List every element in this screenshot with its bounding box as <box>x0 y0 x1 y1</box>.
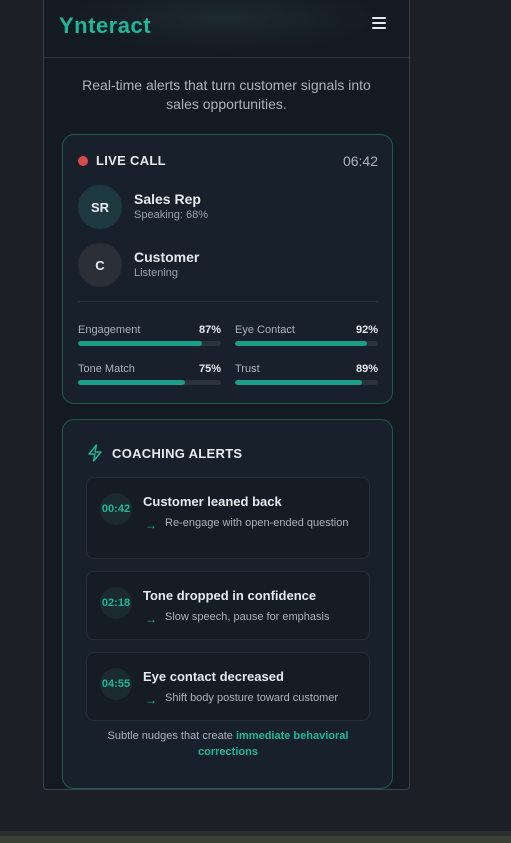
live-indicator-icon <box>78 156 88 166</box>
arrow-right-icon: → <box>145 693 157 707</box>
metric-value: 87% <box>198 324 221 336</box>
alert-action: Re-engage with open-ended question <box>165 517 349 529</box>
metric-bar-fill <box>78 341 203 346</box>
alert-timestamp: 04:55 <box>100 668 132 700</box>
alert-timestamp: 02:18 <box>100 587 132 619</box>
metric-trust: Trust 89% <box>235 363 378 393</box>
coaching-alerts-header: COACHING ALERTS <box>87 444 347 462</box>
metric-bar-track <box>235 341 378 346</box>
live-call-label: LIVE CALL <box>96 153 166 168</box>
metric-value: 89% <box>355 363 378 375</box>
alert-item[interactable]: 04:55 Eye contact decreased → Shift body… <box>86 652 370 721</box>
participant-name: Sales Rep <box>134 191 201 207</box>
live-call-header: LIVE CALL 06:42 <box>78 153 378 169</box>
alert-title: Customer leaned back <box>143 494 282 509</box>
metric-value: 92% <box>355 324 378 336</box>
menu-icon[interactable] <box>372 17 386 31</box>
bolt-icon <box>88 444 102 462</box>
participant-sales-rep: SR Sales Rep Speaking: 68% <box>78 185 378 229</box>
metric-value: 75% <box>198 363 221 375</box>
alert-title: Tone dropped in confidence <box>143 588 317 603</box>
call-timer: 06:42 <box>342 153 378 169</box>
participant-name: Customer <box>134 249 200 265</box>
metric-bar-fill <box>235 380 363 385</box>
alert-action: Slow speech, pause for emphasis <box>165 611 330 623</box>
metric-label: Trust <box>235 363 260 375</box>
metric-eye-contact: Eye Contact 92% <box>235 324 378 354</box>
bottom-strip <box>0 831 511 843</box>
participant-status: Listening <box>134 267 179 279</box>
participant-customer: C Customer Listening <box>78 243 378 287</box>
participant-status: Speaking: 68% <box>134 209 208 221</box>
alert-action: Shift body posture toward customer <box>165 692 339 704</box>
metric-bar-track <box>78 380 221 385</box>
avatar: SR <box>78 185 122 229</box>
live-call-card: LIVE CALL 06:42 SR Sales Rep Speaking: 6… <box>62 134 393 404</box>
arrow-right-icon: → <box>145 612 157 626</box>
tagline: Real-time alerts that turn customer sign… <box>82 77 371 112</box>
alert-timestamp: 00:42 <box>100 493 132 525</box>
alert-item[interactable]: 02:18 Tone dropped in confidence → Slow … <box>86 571 370 640</box>
metric-label: Engagement <box>78 324 141 336</box>
metric-bar-fill <box>235 341 367 346</box>
coaching-alerts-card: COACHING ALERTS 00:42 Customer leaned ba… <box>62 419 393 789</box>
metric-tone-match: Tone Match 75% <box>78 363 221 393</box>
metric-label: Eye Contact <box>235 324 295 336</box>
top-bar: Ynteract <box>44 0 409 58</box>
metric-bar-fill <box>78 380 186 385</box>
metric-bar-track <box>78 341 221 346</box>
divider <box>78 301 378 302</box>
app-frame: Ynteract Real-time alerts that turn cust… <box>43 0 410 790</box>
coaching-footnote: Subtle nudges that create immediate beha… <box>93 728 363 760</box>
app-logo[interactable]: Ynteract <box>59 13 151 39</box>
metric-bar-track <box>235 380 378 385</box>
arrow-right-icon: → <box>145 518 157 532</box>
alert-item[interactable]: 00:42 Customer leaned back → Re-engage w… <box>86 477 370 559</box>
alert-title: Eye contact decreased <box>143 669 284 684</box>
metric-engagement: Engagement 87% <box>78 324 221 354</box>
coaching-alerts-title: COACHING ALERTS <box>112 446 243 461</box>
avatar: C <box>78 243 122 287</box>
footnote-text: Subtle nudges that create <box>107 730 236 742</box>
metric-label: Tone Match <box>78 363 135 375</box>
